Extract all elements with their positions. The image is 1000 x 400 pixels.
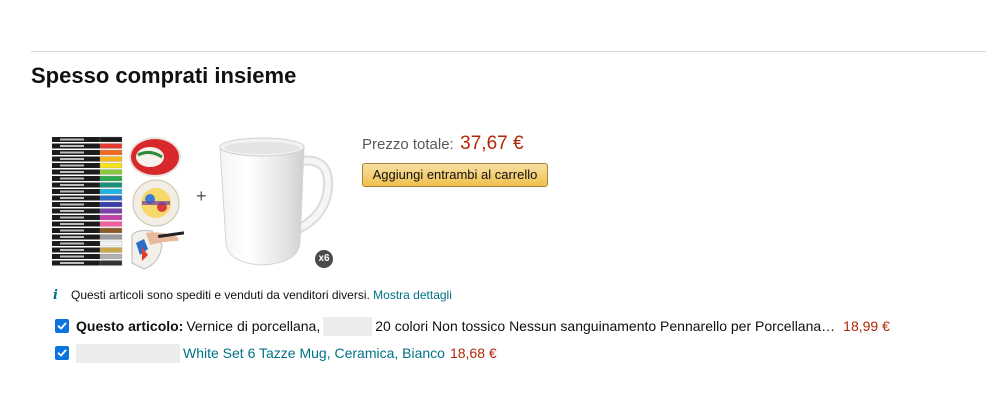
this-item-label: Questo articolo:	[76, 318, 184, 334]
section-divider	[31, 51, 986, 52]
total-price-label: Prezzo totale:	[362, 136, 454, 153]
markers-image	[50, 135, 186, 270]
redacted-brand	[76, 343, 180, 363]
check-icon	[57, 322, 67, 330]
info-icon: i	[53, 288, 58, 303]
redacted-brand	[323, 316, 373, 336]
mug-image	[219, 137, 334, 266]
info-row: i Questi articoli sono spediti e venduti …	[53, 287, 452, 304]
quantity-badge: x6	[315, 250, 333, 268]
item-title-end: 20 colori Non tossico Nessun sanguinamen…	[375, 318, 836, 334]
item-title-link[interactable]: White Set 6 Tazze Mug, Ceramica, Bianco	[183, 343, 445, 363]
info-text: Questi articoli sono spediti e venduti d…	[71, 288, 370, 302]
item-price: 18,99 €	[843, 318, 890, 334]
item-price: 18,68 €	[449, 345, 497, 361]
plus-sign: +	[196, 186, 207, 206]
total-price-value: 37,67 €	[460, 133, 524, 154]
check-icon	[57, 349, 67, 357]
section-title: Spesso comprati insieme	[31, 63, 297, 88]
product-image-markers[interactable]	[50, 135, 186, 270]
item-checkbox[interactable]	[55, 319, 69, 333]
item-checkbox[interactable]	[55, 346, 69, 360]
show-details-link[interactable]: Mostra dettagli	[373, 288, 452, 302]
bundle-item-row: Questo articolo: Vernice di porcellana, …	[55, 316, 890, 336]
item-title-start: Vernice di porcellana,	[186, 318, 321, 334]
product-image-mug[interactable]	[214, 133, 334, 270]
bundle-item-row: White Set 6 Tazze Mug, Ceramica, Bianco …	[55, 343, 497, 363]
total-price-row: Prezzo totale: 37,67 €	[362, 133, 524, 156]
add-both-to-cart-button[interactable]: Aggiungi entrambi al carrello	[362, 163, 548, 187]
